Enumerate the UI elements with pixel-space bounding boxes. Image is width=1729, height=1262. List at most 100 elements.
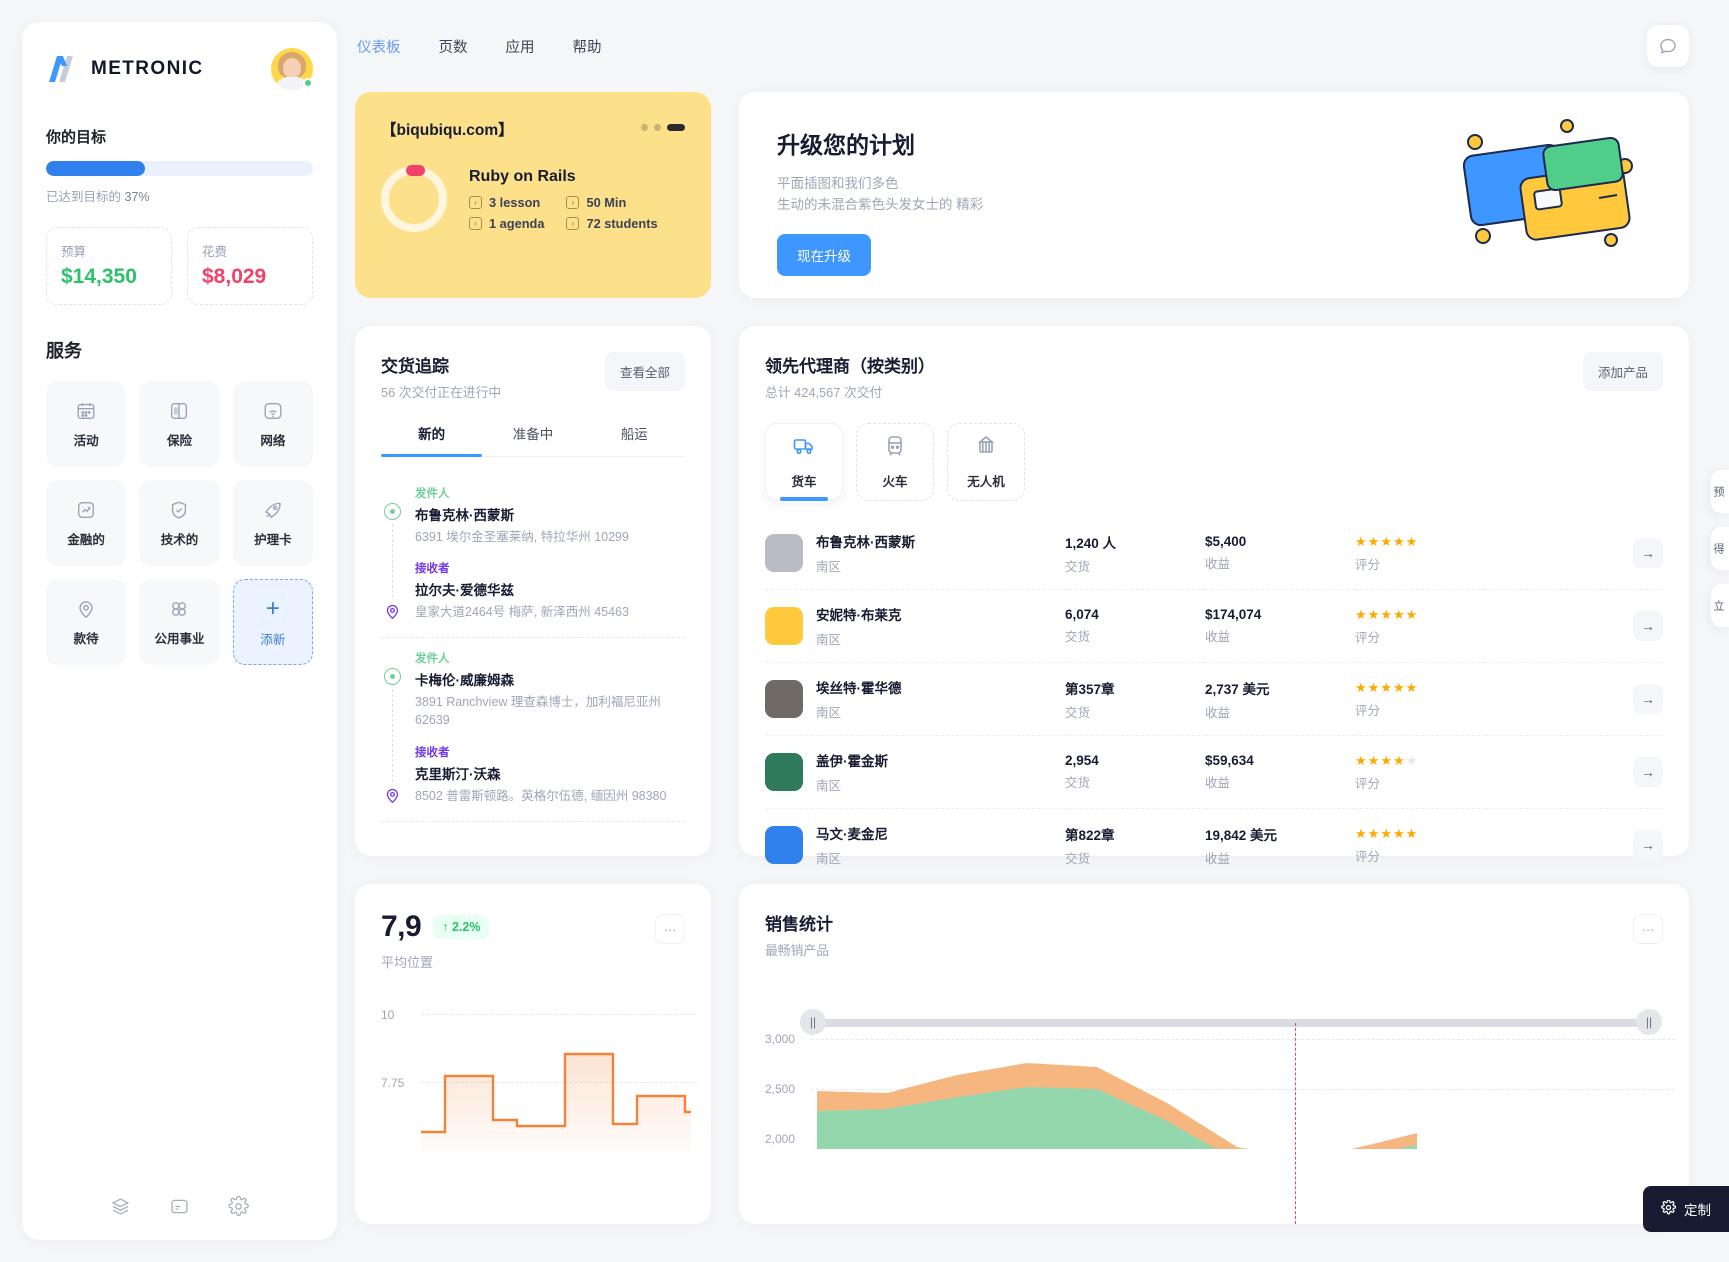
goal-caption: 已达到目标的 37% — [46, 186, 313, 205]
mode-label: 无人机 — [967, 475, 1005, 489]
table-row[interactable]: 埃丝特·霍华德 南区 第357章 交货 2,737 美元 收益 ★★★★★ 评分… — [765, 662, 1663, 736]
goal-caption-prefix: 已达到目标的 — [46, 190, 122, 204]
dashboard-grid-row1: 【biqubiqu.com】 Ruby on Rails › 3 lesson ›… — [337, 92, 1729, 298]
list-item[interactable]: 发件人 卡梅伦·威廉姆森 3891 Ranchview 理查森博士，加利福尼亚州… — [381, 638, 685, 804]
course-meta-list: › 3 lesson › 50 Min › 1 agenda › 72 students — [469, 195, 658, 231]
range-slider[interactable]: || || — [800, 1009, 1662, 1035]
service-utilities[interactable]: 公用事业 — [139, 579, 220, 665]
add-product-button[interactable]: 添加产品 — [1582, 352, 1663, 391]
user-avatar[interactable] — [271, 48, 313, 90]
tab-new[interactable]: 新的 — [381, 423, 483, 457]
rail-item-3[interactable]: 立 — [1711, 584, 1729, 627]
list-item[interactable]: 发件人 阿尔伯特·弗洛雷斯 — [381, 822, 685, 834]
mode-truck[interactable]: 货车 — [765, 423, 843, 501]
mode-train[interactable]: 火车 — [856, 423, 934, 501]
gear-icon — [1661, 1199, 1677, 1218]
receiver-name: 克里斯汀·沃森 — [415, 766, 501, 782]
nav-help[interactable]: 帮助 — [571, 30, 604, 63]
service-technical[interactable]: 技术的 — [139, 480, 220, 566]
service-financial[interactable]: 金融的 — [46, 480, 127, 566]
agent-name: 埃丝特·霍华德 — [816, 681, 902, 696]
arrow-right-icon[interactable]: → — [1633, 830, 1663, 860]
rating-stars: ★★★★★ — [1355, 752, 1419, 768]
chevron-box-icon: › — [469, 216, 482, 230]
service-network[interactable]: 网络 — [232, 381, 313, 467]
arrow-right-icon[interactable]: → — [1633, 611, 1663, 641]
destination-pin-icon — [384, 602, 401, 621]
agent-identity: 马文·麦金尼 南区 — [765, 823, 1065, 867]
arrow-right-icon[interactable]: → — [1633, 538, 1663, 568]
service-label: 款待 — [73, 631, 99, 646]
progress-ring — [381, 165, 447, 232]
chat-bubble-icon[interactable] — [1647, 25, 1689, 67]
service-activity[interactable]: 活动 — [46, 381, 127, 467]
y-tick: 2,000 — [765, 1132, 796, 1146]
sales-statistics-card: 销售统计 最畅销产品 ··· || || 3,000 2,500 2,000 — [739, 884, 1689, 1224]
list-item[interactable]: 发件人 布鲁克林·西蒙斯 6391 埃尔金圣塞莱纳, 特拉华州 10299 接收… — [381, 473, 685, 621]
table-row[interactable]: 盖伊·霍金斯 南区 2,954 交货 $59,634 收益 ★★★★★ 评分 → — [765, 735, 1663, 809]
brand-name: METRONIC — [91, 58, 204, 79]
customize-button[interactable]: 定制 — [1643, 1186, 1729, 1232]
agent-revenue-value: 2,737 美元 — [1205, 681, 1270, 697]
upgrade-line1: 平面插图和我们多色 — [777, 176, 899, 191]
avatar — [765, 607, 803, 645]
agent-revenue-label: 收益 — [1205, 705, 1231, 720]
service-insurance[interactable]: 保险 — [139, 381, 220, 467]
sales-title: 销售统计 — [765, 915, 833, 934]
agent-delivery-value: 第357章 — [1065, 681, 1115, 697]
track-rail — [381, 485, 403, 621]
kpi-budget-label: 预算 — [61, 245, 87, 259]
slider-handle-right[interactable]: || — [1636, 1009, 1662, 1035]
rating-stars: ★★★★★ — [1355, 533, 1419, 549]
course-meta-item: › 1 agenda — [469, 216, 544, 231]
carousel-dots[interactable] — [641, 118, 685, 131]
rail-item-1[interactable]: 预 — [1711, 470, 1729, 513]
arrow-right-icon[interactable]: → — [1633, 684, 1663, 714]
layers-icon[interactable] — [110, 1196, 131, 1222]
table-row[interactable]: 安妮特·布莱克 南区 6,074 交货 $174,074 收益 ★★★★★ 评分… — [765, 589, 1663, 663]
chevron-box-icon: › — [566, 216, 580, 230]
app-root: METRONIC 你的目标 已达到目标的 37% 预算 $14,350 花费 $… — [0, 0, 1729, 1262]
course-card: 【biqubiqu.com】 Ruby on Rails › 3 lesson ›… — [355, 92, 711, 298]
service-add-new[interactable]: + 添新 — [232, 579, 313, 665]
service-label: 保险 — [166, 433, 192, 448]
agent-revenue-value: $59,634 — [1205, 753, 1254, 768]
mode-drone[interactable]: 无人机 — [947, 423, 1025, 501]
ellipsis-icon[interactable]: ··· — [655, 914, 685, 944]
rail-item-2[interactable]: 得 — [1711, 527, 1729, 570]
nav-apps[interactable]: 应用 — [504, 30, 537, 63]
goal-title: 你的目标 — [46, 129, 107, 146]
upgrade-line2: 生动的未混合紫色头发女士的 精彩 — [777, 196, 984, 212]
ellipsis-icon[interactable]: ··· — [1633, 914, 1663, 944]
mode-label: 火车 — [882, 475, 908, 489]
view-all-button[interactable]: 查看全部 — [604, 352, 685, 391]
nav-pages[interactable]: 页数 — [437, 30, 470, 63]
kpi-budget: 预算 $14,350 — [46, 227, 172, 305]
slider-track[interactable] — [807, 1019, 1655, 1027]
tab-preparing[interactable]: 准备中 — [482, 423, 583, 456]
tab-shipping[interactable]: 船运 — [584, 423, 685, 456]
right-rail: 预 得 立 — [1711, 470, 1729, 641]
arrow-right-icon[interactable]: → — [1633, 757, 1663, 787]
table-row[interactable]: 马文·麦金尼 南区 第822章 交货 19,842 美元 收益 ★★★★★ 评分… — [765, 809, 1663, 882]
kpi-spent: 花费 $8,029 — [187, 227, 313, 305]
train-icon — [883, 434, 907, 463]
brand[interactable]: METRONIC — [46, 54, 204, 84]
rating-stars: ★★★★★ — [1355, 606, 1419, 622]
plus-icon: + — [265, 594, 280, 622]
table-row[interactable]: 布鲁克林·西蒙斯 南区 1,240 人 交货 $5,400 收益 ★★★★★ 评… — [765, 517, 1663, 590]
upgrade-now-button[interactable]: 现在升级 — [777, 233, 871, 276]
location-pin-icon — [75, 598, 97, 620]
service-carecard[interactable]: 护理卡 — [232, 480, 313, 566]
nav-dashboard[interactable]: 仪表板 — [355, 30, 403, 63]
agent-region: 南区 — [816, 633, 842, 647]
note-icon[interactable] — [169, 1196, 190, 1222]
agent-revenue-label: 收益 — [1205, 851, 1231, 866]
gear-icon[interactable] — [228, 1195, 249, 1222]
avatar — [765, 534, 803, 572]
receiver-address: 8502 普雷斯顿路。英格尔伍德, 缅因州 98380 — [415, 788, 667, 803]
service-hospitality[interactable]: 款待 — [46, 579, 127, 665]
agent-region: 南区 — [816, 560, 842, 574]
slider-handle-left[interactable]: || — [800, 1009, 826, 1035]
upgrade-title: 升级您的计划 — [777, 132, 915, 158]
